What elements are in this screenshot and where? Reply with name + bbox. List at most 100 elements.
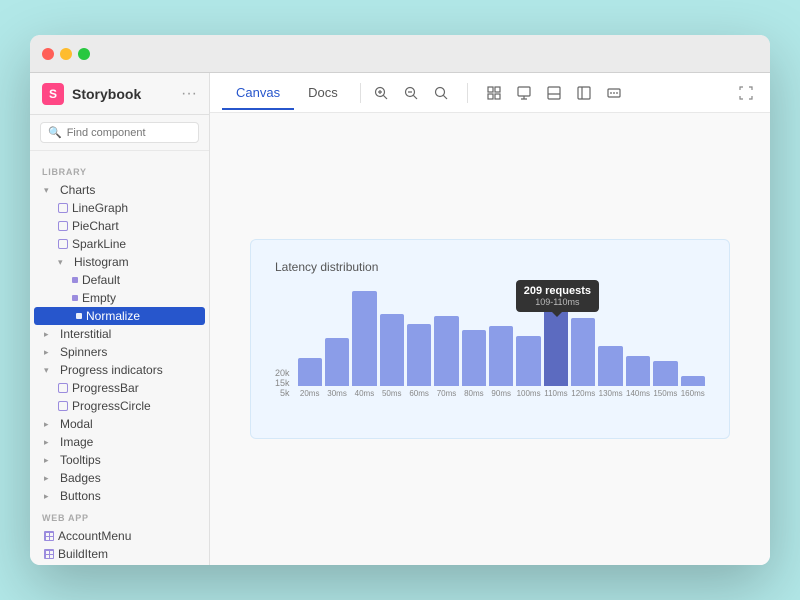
- tree-item-progresscircle[interactable]: ProgressCircle: [30, 397, 209, 415]
- x-axis-label: 120ms: [571, 389, 595, 398]
- close-button[interactable]: [42, 48, 54, 60]
- tree-item-piechart[interactable]: PieChart: [30, 217, 209, 235]
- histogram-bar[interactable]: [325, 338, 349, 386]
- tree-item-label: AccountMenu: [58, 529, 131, 543]
- sidebar-header: S Storybook ···: [30, 73, 209, 115]
- histogram-bar[interactable]: [571, 318, 595, 386]
- zoom-out-button[interactable]: [399, 81, 423, 105]
- main-content: Canvas Docs: [210, 73, 770, 565]
- tree-item-progress-indicators[interactable]: ▾Progress indicators: [30, 361, 209, 379]
- tree-item-label: ProgressCircle: [72, 399, 151, 413]
- canvas-area: Latency distribution 209 requests 109-11…: [210, 113, 770, 565]
- chevron-right-icon: ▸: [44, 473, 56, 484]
- histogram-bar[interactable]: [653, 361, 677, 386]
- tree-item-accountmenu[interactable]: AccountMenu: [30, 527, 209, 545]
- tree-item-spinners[interactable]: ▸ Spinners: [30, 343, 209, 361]
- tree-item-normalize[interactable]: Normalize: [34, 307, 205, 325]
- chevron-right-icon: ▸: [44, 347, 56, 358]
- x-axis-label: 20ms: [298, 389, 322, 398]
- tree-item-modal[interactable]: ▸Modal: [30, 415, 209, 433]
- tree-item-buttons[interactable]: ▸ Buttons: [30, 487, 209, 505]
- histogram-bar[interactable]: [516, 336, 540, 386]
- sidebar-panel-button[interactable]: [572, 81, 596, 105]
- panel-button[interactable]: [542, 81, 566, 105]
- component-icon: [58, 383, 68, 393]
- chevron-down-icon: ▾: [58, 257, 70, 268]
- histogram-bar[interactable]: [407, 324, 431, 386]
- tab-docs[interactable]: Docs: [294, 77, 352, 110]
- tree-item-interstitial[interactable]: ▸Interstitial: [30, 325, 209, 343]
- x-axis-label: 130ms: [598, 389, 622, 398]
- tree-item-buildlist[interactable]: BuildList: [30, 563, 209, 565]
- app-title: Storybook: [72, 86, 173, 102]
- tree-item-sparkline[interactable]: SparkLine: [30, 235, 209, 253]
- x-labels: 20ms30ms40ms50ms60ms70ms80ms90ms100ms110…: [298, 389, 705, 398]
- search-wrap: 🔍 /: [40, 122, 199, 143]
- histogram-bar[interactable]: [626, 356, 650, 386]
- preview-button[interactable]: [512, 81, 536, 105]
- shortcuts-button[interactable]: [602, 81, 626, 105]
- histogram-bar[interactable]: [681, 376, 705, 386]
- tree-item-image[interactable]: ▸ Image: [30, 433, 209, 451]
- tree-item-builditem[interactable]: BuildItem: [30, 545, 209, 563]
- tree-item-charts[interactable]: ▾Charts: [30, 181, 209, 199]
- fullscreen-button[interactable]: [734, 81, 758, 105]
- zoom-reset-button[interactable]: [429, 81, 453, 105]
- tree-item-label: Image: [60, 435, 93, 449]
- histogram-bar[interactable]: [352, 291, 376, 386]
- tree-item-histogram[interactable]: ▾Histogram: [30, 253, 209, 271]
- tree-item-tooltips[interactable]: ▸Tooltips: [30, 451, 209, 469]
- tab-canvas[interactable]: Canvas: [222, 77, 294, 110]
- x-axis-label: 140ms: [626, 389, 650, 398]
- tree-item-default[interactable]: Default: [30, 271, 209, 289]
- bars-row: [298, 286, 705, 386]
- tree-item-progressbar[interactable]: ProgressBar: [30, 379, 209, 397]
- tree-item-empty[interactable]: Empty: [30, 289, 209, 307]
- component-icon: [58, 401, 68, 411]
- y-axis-label: 15k: [275, 378, 290, 388]
- tree-section-label: WEB APP: [30, 505, 209, 527]
- tree-item-linegraph[interactable]: LineGraph: [30, 199, 209, 217]
- histogram-bar[interactable]: [489, 326, 513, 386]
- chevron-down-icon: ▾: [44, 365, 56, 376]
- tree-item-label: PieChart: [72, 219, 119, 233]
- toolbar-separator: [360, 83, 361, 103]
- maximize-button[interactable]: [78, 48, 90, 60]
- tree-item-label: Badges: [60, 471, 101, 485]
- story-dot-icon: [76, 313, 82, 319]
- minimize-button[interactable]: [60, 48, 72, 60]
- tree-item-label: Spinners: [60, 345, 107, 359]
- titlebar: [30, 35, 770, 73]
- chevron-right-icon: ▸: [44, 491, 56, 502]
- histogram-bar[interactable]: [544, 286, 568, 386]
- tree-item-label: Buttons: [60, 489, 101, 503]
- histogram-bar[interactable]: [298, 358, 322, 386]
- tree-item-label: Charts: [60, 183, 95, 197]
- tree-item-label: Normalize: [86, 309, 140, 323]
- chart-container: Latency distribution 209 requests 109-11…: [250, 239, 730, 439]
- chevron-right-icon: ▸: [44, 437, 56, 448]
- tree-item-label: BuildItem: [58, 547, 108, 561]
- histogram-bar[interactable]: [434, 316, 458, 386]
- storybook-logo: S: [42, 83, 64, 105]
- histogram-bar[interactable]: [380, 314, 404, 386]
- tree-item-label: Empty: [82, 291, 116, 305]
- search-box: 🔍 /: [30, 115, 209, 151]
- app-window: S Storybook ··· 🔍 / LIBRARY▾ChartsLineGr…: [30, 35, 770, 565]
- app-body: S Storybook ··· 🔍 / LIBRARY▾ChartsLineGr…: [30, 73, 770, 565]
- grid-button[interactable]: [482, 81, 506, 105]
- tree-item-label: ProgressBar: [72, 381, 139, 395]
- chart-title: Latency distribution: [275, 260, 705, 274]
- more-options-button[interactable]: ···: [181, 85, 197, 103]
- main-toolbar: Canvas Docs: [210, 73, 770, 113]
- tree-item-label: Interstitial: [60, 327, 111, 341]
- zoom-in-button[interactable]: [369, 81, 393, 105]
- search-input[interactable]: [67, 127, 209, 139]
- x-axis-label: 70ms: [434, 389, 458, 398]
- histogram-bar[interactable]: [598, 346, 622, 386]
- tree-item-label: Default: [82, 273, 120, 287]
- component-icon: [58, 203, 68, 213]
- component-icon: [58, 239, 68, 249]
- tree-item-badges[interactable]: ▸ Badges: [30, 469, 209, 487]
- histogram-bar[interactable]: [462, 330, 486, 386]
